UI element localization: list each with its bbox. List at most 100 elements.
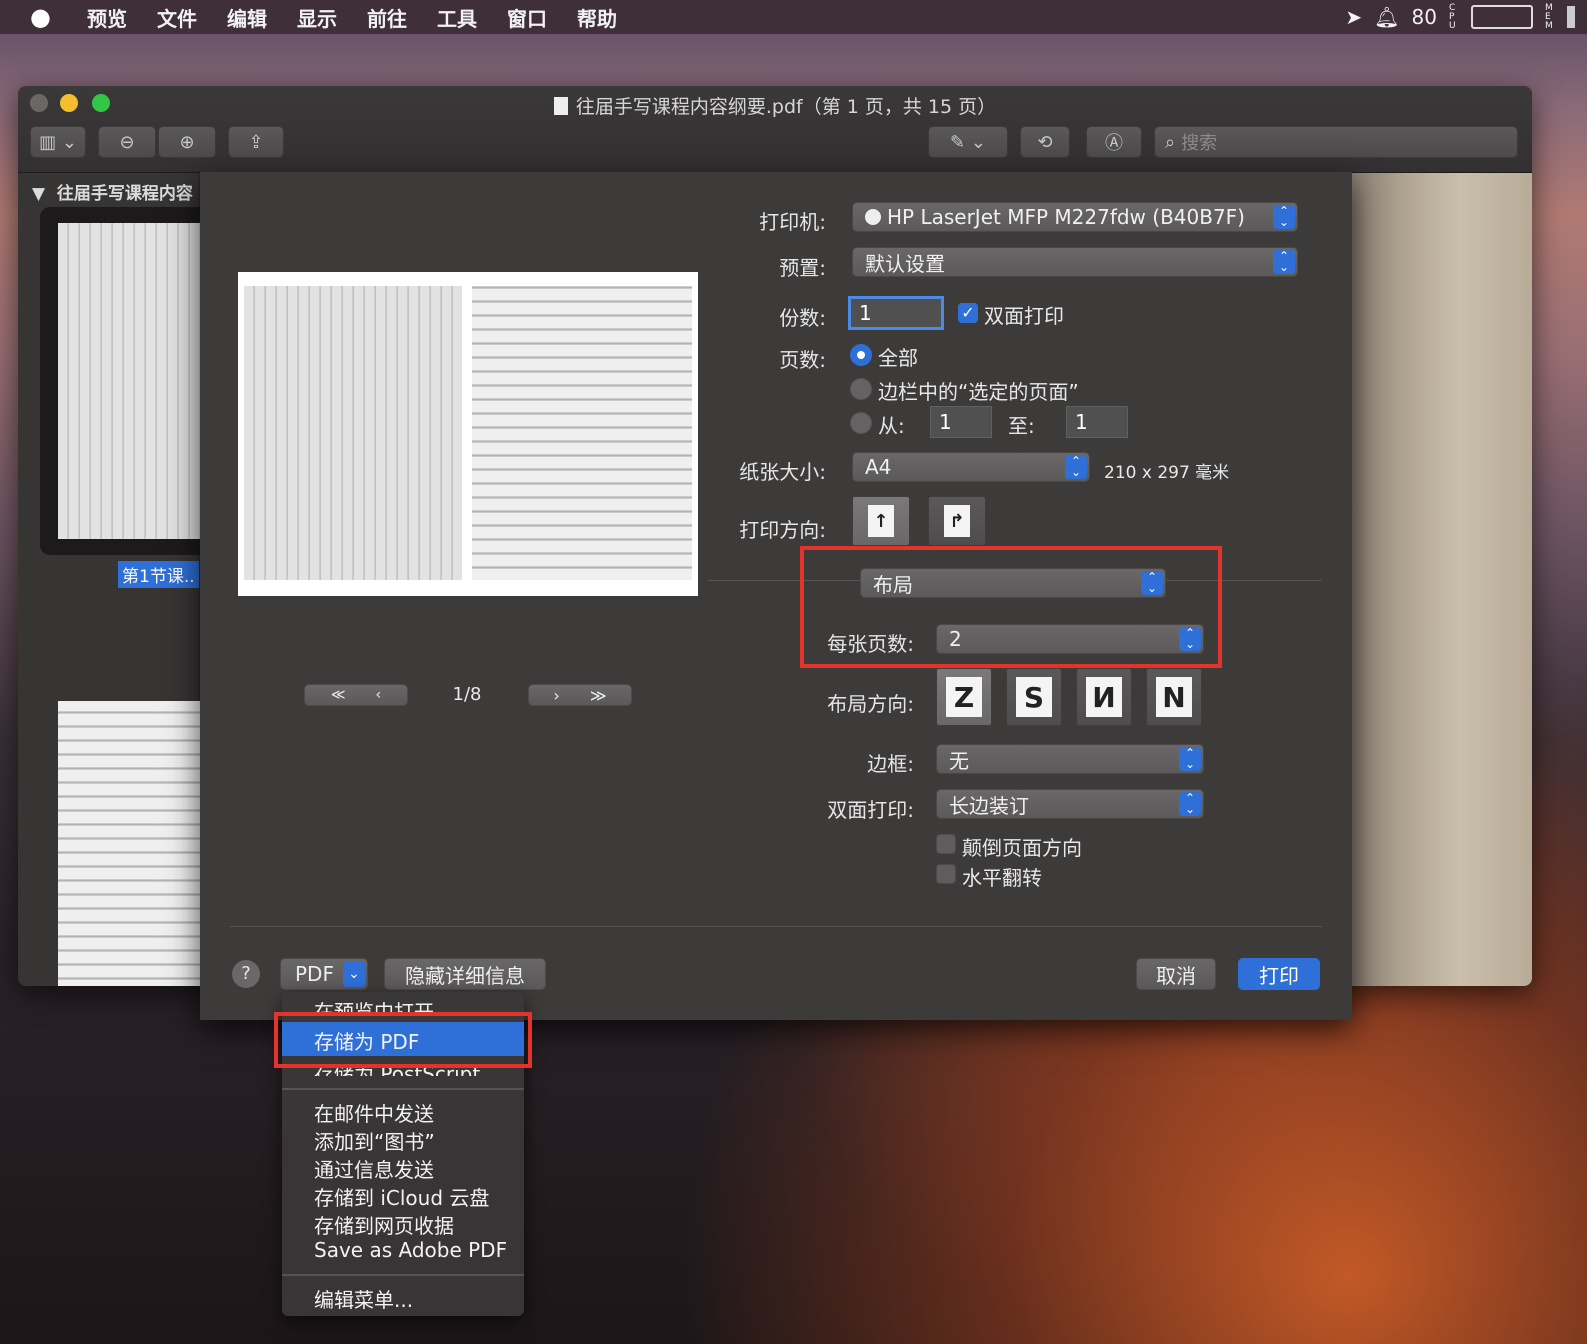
hide-details-button[interactable]: 隐藏详细信息 (384, 958, 546, 990)
pages-to-field[interactable]: 1 (1066, 406, 1128, 438)
print-button[interactable]: 打印 (1238, 958, 1320, 990)
cpu-graph (1471, 5, 1533, 29)
menu-view[interactable]: 显示 (297, 3, 337, 32)
cancel-button[interactable]: 取消 (1136, 958, 1216, 990)
two-sided-select[interactable]: 长边装订 ⌃ ⌄ (936, 789, 1204, 819)
preview-next-last-buttons[interactable]: › ≫ (528, 684, 632, 706)
menu-send-mail[interactable]: 在邮件中发送 (314, 1098, 434, 1127)
search-field[interactable]: ⌕ 搜索 (1154, 126, 1518, 158)
popup-arrows-icon: ⌃ ⌄ (1273, 205, 1295, 229)
markup-toolbar-button[interactable]: Ⓐ (1086, 126, 1142, 158)
pages-from-label: 从: (878, 414, 905, 438)
menu-send-message[interactable]: 通过信息发送 (314, 1154, 434, 1183)
rotate-button[interactable]: ⟲ (1020, 126, 1070, 158)
preview-page-right (472, 286, 692, 580)
pages-all-label: 全部 (878, 346, 918, 370)
pages-selected-radio[interactable] (850, 378, 872, 400)
landscape-orientation-button[interactable]: ↱ (928, 496, 986, 546)
pages-to-label: 至: (1008, 414, 1035, 438)
menu-save-web-receipts[interactable]: 存储到网页收据 (314, 1210, 454, 1239)
menu-tools[interactable]: 工具 (437, 3, 477, 32)
popup-arrows-icon: ⌃ ⌄ (1273, 250, 1295, 274)
paper-size-select[interactable]: A4 ⌃ ⌄ (852, 452, 1090, 482)
copies-field[interactable]: 1 (848, 296, 944, 330)
printer-label: 打印机: (759, 210, 826, 234)
layout-direction-s-button[interactable]: S (1006, 668, 1062, 726)
disclosure-triangle-icon: ▼ (32, 184, 46, 204)
menu-edit-menu[interactable]: 编辑菜单... (314, 1284, 413, 1313)
copies-label: 份数: (779, 306, 826, 330)
preview-first-prev-buttons[interactable]: ≪ ‹ (304, 684, 408, 706)
pdf-menu-button[interactable]: PDF ⌄ (280, 958, 368, 990)
search-icon: ⌕ (1165, 131, 1176, 153)
paper-size-label: 纸张大小: (739, 460, 826, 484)
menu-separator (282, 1274, 524, 1276)
selected-thumbnail-frame[interactable] (40, 207, 210, 555)
footer-separator (230, 926, 1322, 927)
layout-n-icon: N (1156, 677, 1192, 717)
layout-direction-label: 布局方向: (827, 692, 914, 716)
menu-save-icloud[interactable]: 存储到 iCloud 云盘 (314, 1182, 489, 1211)
sidebar-icon: ▥ ⌄ (39, 131, 77, 153)
apple-icon[interactable]: ● (30, 3, 51, 31)
pages-selected-label: 边栏中的“选定的页面” (878, 380, 1079, 404)
markup-pen-button[interactable]: ✎ ⌄ (928, 126, 1008, 158)
thumbnail-label: 第1节课.. (118, 561, 199, 588)
zoom-in-button[interactable]: ⊕ (158, 126, 216, 158)
layout-s-icon: S (1016, 677, 1052, 717)
mem-label: MEM (1545, 2, 1553, 31)
layout-direction-z-button[interactable]: Z (936, 668, 992, 726)
page-2-thumbnail[interactable] (58, 701, 208, 986)
rotate-icon: ⟲ (1037, 131, 1053, 153)
menu-help[interactable]: 帮助 (577, 3, 617, 32)
menu-go[interactable]: 前往 (367, 3, 407, 32)
sidebar-header[interactable]: ▼ 往届手写课程内容 (32, 179, 193, 204)
pages-all-radio[interactable] (850, 344, 872, 366)
duplex-checkbox-label: 双面打印 (984, 304, 1064, 328)
last-page-icon: ≫ (589, 685, 607, 705)
layout-n-reverse-icon: И (1086, 677, 1122, 717)
menu-edit[interactable]: 编辑 (227, 3, 267, 32)
menu-window[interactable]: 窗口 (507, 3, 547, 32)
duplex-checkbox[interactable]: ✓ (958, 303, 978, 323)
popup-arrows-icon: ⌃ ⌄ (1179, 792, 1201, 816)
menu-save-adobe-pdf[interactable]: Save as Adobe PDF (314, 1238, 507, 1262)
layout-direction-n-reverse-button[interactable]: И (1076, 668, 1132, 726)
battery-percent: 80 (1411, 5, 1437, 29)
pages-range-radio[interactable] (850, 412, 872, 434)
titlebar: 往届手写课程内容纲要.pdf（第 1 页，共 15 页） ▥ ⌄ ⊖ ⊕ ⇪ ✎… (18, 86, 1532, 173)
layout-direction-n-button[interactable]: N (1146, 668, 1202, 726)
markup-icon: Ⓐ (1105, 133, 1123, 154)
pages-from-field[interactable]: 1 (930, 406, 992, 438)
page-indicator: 1/8 (452, 684, 482, 705)
document-page-view (1352, 173, 1532, 986)
printer-status-icon (865, 209, 881, 225)
pdf-file-icon (553, 97, 568, 115)
popup-arrows-icon: ⌃ ⌄ (1065, 455, 1087, 479)
menu-preview[interactable]: 预览 (87, 3, 127, 32)
cpu-label: CPU (1449, 2, 1456, 31)
zoom-out-button[interactable]: ⊖ (98, 126, 156, 158)
border-select[interactable]: 无 ⌃ ⌄ (936, 744, 1204, 774)
pen-icon: ✎ ⌄ (950, 131, 986, 153)
preset-select[interactable]: 默认设置 ⌃ ⌄ (852, 247, 1298, 277)
help-button[interactable]: ? (232, 960, 260, 988)
flip-horizontal-checkbox[interactable] (936, 864, 956, 884)
page-1-thumbnail (58, 223, 208, 539)
share-button[interactable]: ⇪ (228, 126, 284, 158)
reverse-orientation-checkbox[interactable] (936, 834, 956, 854)
thumbnail-sidebar: ▼ 往届手写课程内容 第1节课.. (18, 173, 210, 986)
menu-add-to-books[interactable]: 添加到“图书” (314, 1126, 435, 1155)
portrait-orientation-button[interactable]: ↑ (852, 496, 910, 546)
flip-horizontal-label: 水平翻转 (962, 866, 1042, 890)
menu-file[interactable]: 文件 (157, 3, 197, 32)
reverse-orientation-label: 颠倒页面方向 (962, 836, 1082, 860)
first-page-icon: ≪ (330, 687, 346, 703)
orientation-label: 打印方向: (739, 518, 826, 542)
sidebar-toggle-button[interactable]: ▥ ⌄ (30, 126, 86, 158)
paper-dimensions: 210 x 297 毫米 (1104, 463, 1230, 483)
printer-select[interactable]: HP LaserJet MFP M227fdw (B40B7F) ⌃ ⌄ (852, 202, 1298, 232)
send-icon[interactable]: ➤ (1345, 5, 1362, 29)
border-label: 边框: (867, 752, 914, 776)
bell-icon[interactable]: 🔔︎ (1374, 5, 1399, 29)
